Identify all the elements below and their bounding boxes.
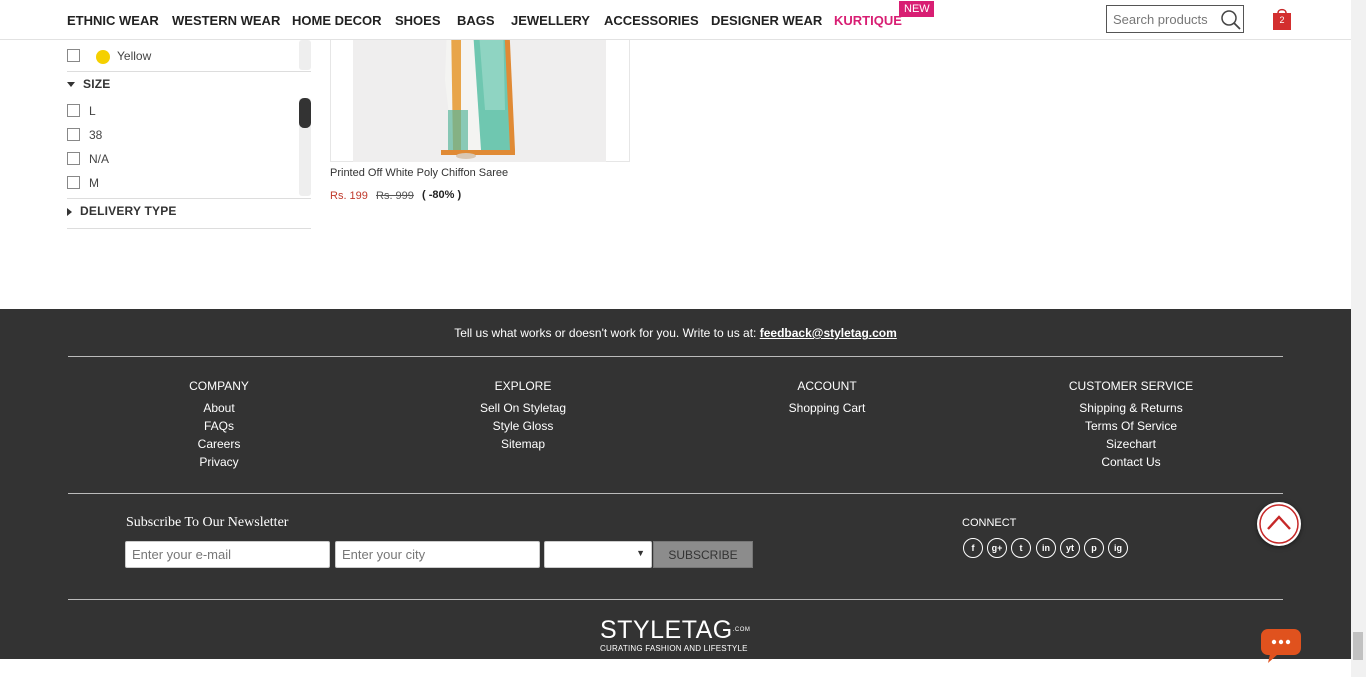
footer-divider: [68, 599, 1283, 600]
nav-item-designer-wear[interactable]: DESIGNER WEAR: [711, 13, 822, 28]
nav-item-jewellery[interactable]: JEWELLERY: [511, 13, 590, 28]
chevron-up-icon: [1259, 504, 1299, 544]
instagram-icon[interactable]: ig: [1108, 538, 1128, 558]
footer-link-sitemap[interactable]: Sitemap: [393, 437, 653, 455]
logo-wordmark: STYLETAG: [600, 616, 733, 644]
size-checkbox[interactable]: [67, 176, 80, 189]
footer-link-sizechart[interactable]: Sizechart: [1001, 437, 1261, 455]
chevron-down-icon: ▼: [636, 548, 645, 558]
product-mrp: Rs. 999: [376, 190, 414, 202]
pinterest-icon[interactable]: p: [1084, 538, 1104, 558]
yellow-swatch-icon: [96, 50, 110, 64]
footer-link-privacy[interactable]: Privacy: [89, 455, 349, 473]
google-plus-icon[interactable]: g+: [987, 538, 1007, 558]
connect-title: CONNECT: [962, 517, 1017, 529]
size-label: 38: [89, 128, 103, 142]
nav-item-shoes[interactable]: SHOES: [395, 13, 441, 28]
search-input[interactable]: [1113, 6, 1217, 32]
scroll-to-top-button[interactable]: [1257, 502, 1301, 546]
delivery-type-title: DELIVERY TYPE: [80, 204, 177, 218]
nav-item-ethnic-wear[interactable]: ETHNIC WEAR: [67, 13, 159, 28]
newsletter-city-input[interactable]: [335, 541, 540, 568]
size-label: M: [89, 176, 99, 190]
newsletter-email-input[interactable]: [125, 541, 330, 568]
colour-label: Yellow: [117, 49, 152, 63]
size-checkbox[interactable]: [67, 152, 80, 165]
cart-count-badge: 2: [1279, 15, 1285, 25]
chat-button[interactable]: [1260, 628, 1302, 669]
divider: [67, 71, 311, 72]
footer-link-sell-on-styletag[interactable]: Sell On Styletag: [393, 401, 653, 419]
chat-bubble-icon: [1261, 629, 1301, 663]
size-filter-header[interactable]: SIZE: [67, 77, 110, 91]
search-box: [1106, 5, 1244, 33]
newsletter-title: Subscribe To Our Newsletter: [126, 515, 289, 530]
footer-link-terms-of-service[interactable]: Terms Of Service: [1001, 419, 1261, 437]
footer-column-account: ACCOUNT Shopping Cart: [697, 379, 957, 419]
size-checkbox[interactable]: [67, 128, 80, 141]
feedback-text: Tell us what works or doesn't work for y…: [454, 326, 757, 340]
subscribe-button[interactable]: SUBSCRIBE: [653, 541, 753, 568]
footer-column-company: COMPANY About FAQs Careers Privacy: [89, 379, 349, 473]
footer-link-shopping-cart[interactable]: Shopping Cart: [697, 401, 957, 419]
footer-divider: [68, 493, 1283, 494]
footer-link-style-gloss[interactable]: Style Gloss: [393, 419, 653, 437]
linkedin-icon[interactable]: in: [1036, 538, 1056, 558]
newsletter-gender-select[interactable]: ▼: [544, 541, 652, 568]
logo-tagline: CURATING FASHION AND LIFESTYLE: [600, 644, 748, 653]
youtube-icon[interactable]: yt: [1060, 538, 1080, 558]
footer-divider: [68, 356, 1283, 357]
logo-com: .COM: [732, 627, 751, 633]
twitter-icon[interactable]: t: [1011, 538, 1031, 558]
caret-down-icon: [67, 82, 75, 88]
colour-scrollbar[interactable]: [299, 40, 311, 70]
footer-column-title: EXPLORE: [494, 379, 552, 393]
feedback-line: Tell us what works or doesn't work for y…: [0, 326, 1351, 340]
feedback-email-link[interactable]: feedback@styletag.com: [760, 326, 897, 340]
footer-column-title: COMPANY: [189, 379, 249, 393]
product-price: Rs. 199: [330, 190, 368, 202]
product-name[interactable]: Printed Off White Poly Chiffon Saree: [330, 167, 508, 179]
nav-item-home-decor[interactable]: HOME DECOR: [292, 13, 382, 28]
top-navigation: ETHNIC WEAR WESTERN WEAR HOME DECOR SHOE…: [0, 0, 1351, 40]
footer-column-customer-service: CUSTOMER SERVICE Shipping & Returns Term…: [1001, 379, 1261, 473]
cart-button[interactable]: 2: [1272, 7, 1292, 36]
footer-link-faqs[interactable]: FAQs: [89, 419, 349, 437]
footer-link-careers[interactable]: Careers: [89, 437, 349, 455]
page-scrollbar[interactable]: [1351, 0, 1366, 677]
footer-column-title: CUSTOMER SERVICE: [1068, 379, 1194, 393]
product-discount: ( -80% ): [422, 189, 462, 201]
nav-item-western-wear[interactable]: WESTERN WEAR: [172, 13, 280, 28]
size-scrollbar-thumb[interactable]: [299, 98, 311, 128]
size-label: N/A: [89, 152, 110, 166]
caret-right-icon: [67, 207, 72, 216]
size-filter-title: SIZE: [83, 77, 111, 91]
footer-link-contact-us[interactable]: Contact Us: [1001, 455, 1261, 473]
size-checkbox[interactable]: [67, 104, 80, 117]
footer-link-shipping-returns[interactable]: Shipping & Returns: [1001, 401, 1261, 419]
nav-item-bags[interactable]: BAGS: [457, 13, 495, 28]
nav-item-accessories[interactable]: ACCESSORIES: [604, 13, 699, 28]
nav-item-kurtique[interactable]: KURTIQUE: [834, 13, 902, 28]
page-scrollbar-thumb[interactable]: [1353, 632, 1363, 660]
delivery-type-filter-header[interactable]: DELIVERY TYPE: [67, 204, 177, 218]
footer-link-about[interactable]: About: [89, 401, 349, 419]
footer-column-explore: EXPLORE Sell On Styletag Style Gloss Sit…: [393, 379, 653, 455]
facebook-icon[interactable]: f: [963, 538, 983, 558]
new-badge: NEW: [899, 1, 934, 17]
size-label: L: [89, 104, 96, 118]
colour-checkbox[interactable]: [67, 49, 80, 62]
divider: [67, 198, 311, 199]
divider: [67, 228, 311, 229]
page-bottom-strip: [0, 659, 1351, 677]
styletag-logo[interactable]: STYLETAG.COM CURATING FASHION AND LIFEST…: [600, 616, 755, 654]
footer-column-title: ACCOUNT: [797, 379, 857, 393]
footer: Tell us what works or doesn't work for y…: [0, 309, 1351, 659]
search-icon[interactable]: [1220, 9, 1242, 36]
